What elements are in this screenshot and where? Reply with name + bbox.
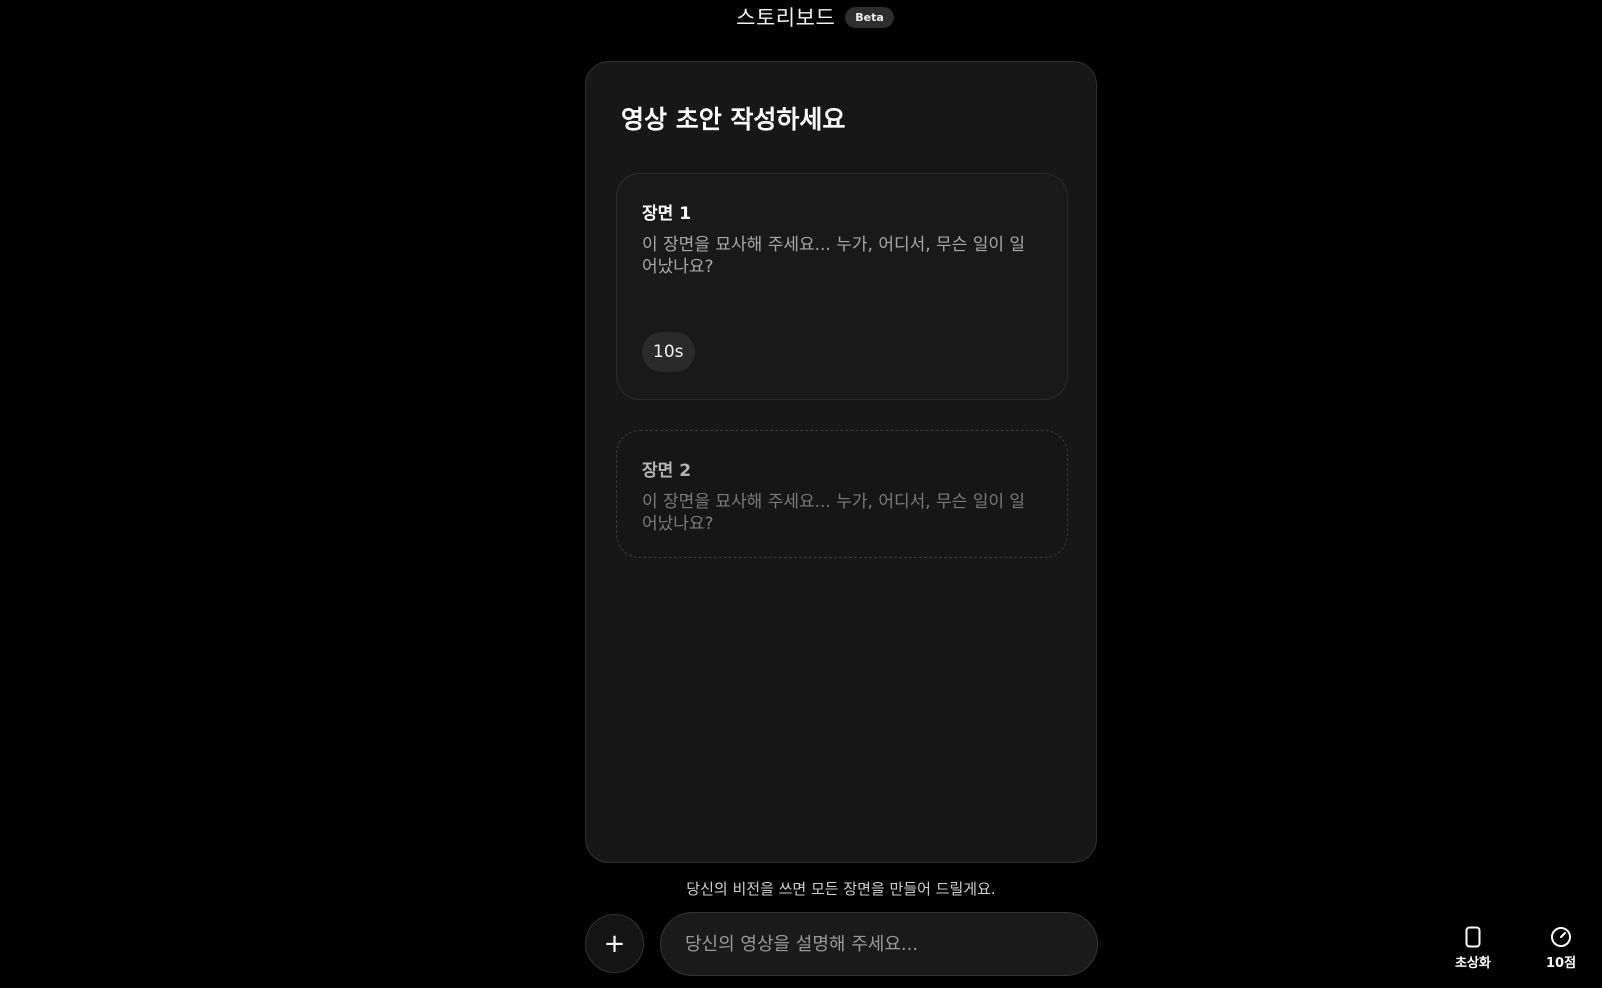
timer-icon	[1550, 926, 1572, 948]
duration-button[interactable]: 10점	[1546, 926, 1576, 971]
beta-badge: Beta	[845, 6, 894, 28]
composer-hint: 당신의 비전을 쓰면 모든 장면을 만들어 드릴게요.	[686, 880, 996, 898]
storyboard-panel: 영상 초안 작성하세요 장면 1 이 장면을 묘사해 주세요... 누가, 어디…	[585, 61, 1097, 863]
scene-description-input[interactable]: 이 장면을 묘사해 주세요... 누가, 어디서, 무슨 일이 일어났나요?	[642, 234, 1040, 278]
scene-card-2[interactable]: 장면 2 이 장면을 묘사해 주세요... 누가, 어디서, 무슨 일이 일어났…	[616, 430, 1068, 558]
app-header: 스토리보드 Beta	[0, 0, 1602, 34]
plus-icon: +	[603, 928, 626, 959]
scene-duration-chip[interactable]: 10s	[642, 332, 695, 372]
scene-description-input[interactable]: 이 장면을 묘사해 주세요... 누가, 어디서, 무슨 일이 일어났나요?	[642, 491, 1040, 535]
app-title: 스토리보드	[736, 6, 836, 30]
scene-label: 장면 1	[642, 204, 692, 224]
panel-title: 영상 초안 작성하세요	[621, 105, 846, 134]
duration-label: 10점	[1546, 956, 1577, 971]
video-description-input[interactable]	[660, 912, 1098, 976]
orientation-button[interactable]: 초상화	[1455, 926, 1491, 971]
scene-label: 장면 2	[642, 461, 692, 481]
phone-portrait-icon	[1465, 926, 1481, 948]
orientation-label: 초상화	[1455, 956, 1491, 971]
add-button[interactable]: +	[585, 914, 644, 973]
scene-card-1[interactable]: 장면 1 이 장면을 묘사해 주세요... 누가, 어디서, 무슨 일이 일어났…	[616, 173, 1068, 400]
